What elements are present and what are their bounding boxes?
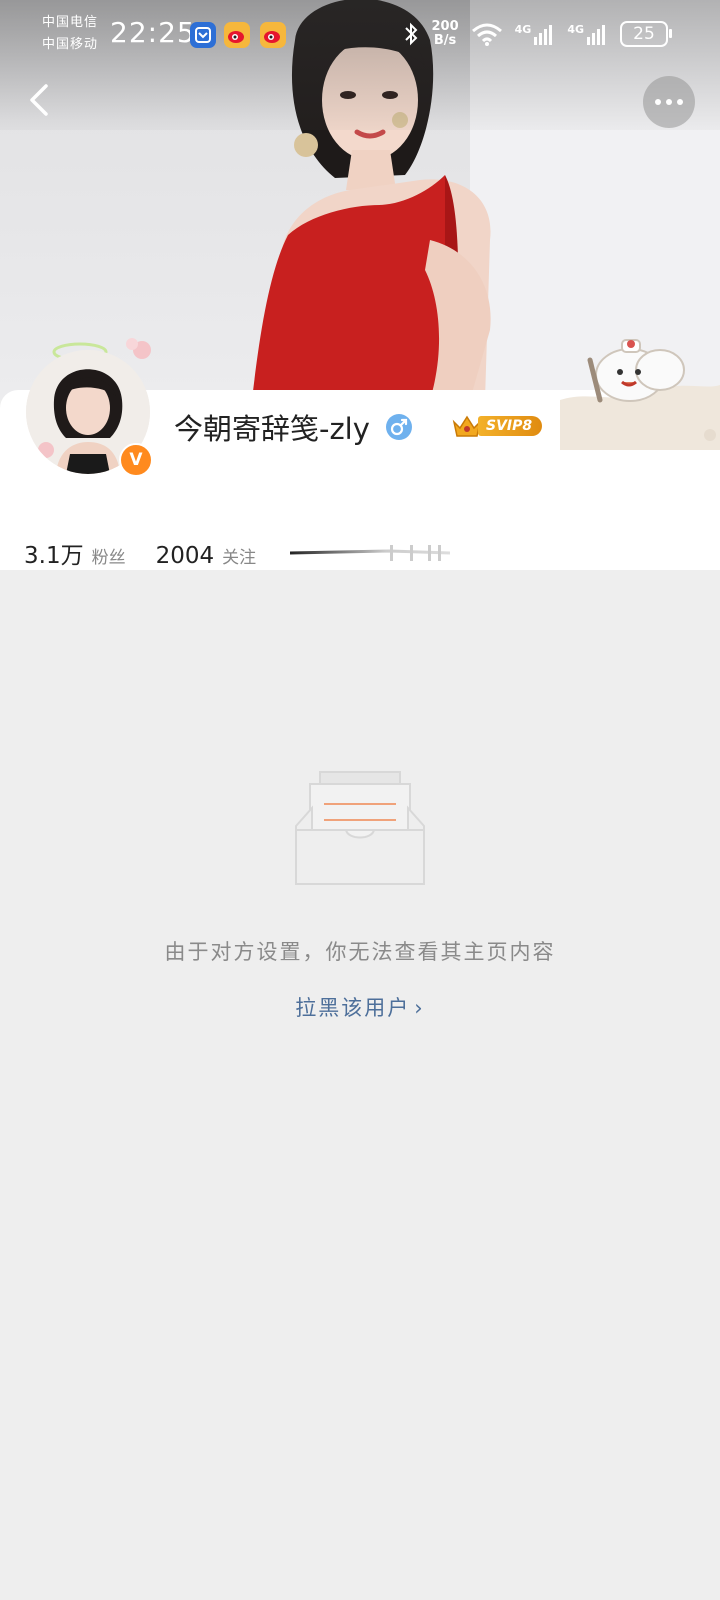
svip-badge[interactable]: SVIP8: [452, 414, 543, 438]
following-label[interactable]: 关注: [222, 543, 256, 568]
more-dots-icon: [677, 99, 683, 105]
block-user-label: 拉黑该用户: [295, 996, 411, 1020]
decorative-fade-stroke: [290, 545, 450, 561]
wifi-icon: [471, 23, 502, 46]
following-count[interactable]: 2004: [156, 543, 215, 569]
status-right-group: 200 B/s 4G 4G 25: [403, 16, 672, 52]
followers-label[interactable]: 粉丝: [92, 543, 126, 568]
net-speed-unit: B/s: [433, 33, 457, 48]
signal-1: 4G: [515, 23, 556, 45]
status-time: 22:25: [110, 16, 196, 49]
signal-bars-icon: [534, 25, 553, 45]
signal-2: 4G: [567, 23, 608, 45]
signal-1-label: 4G: [514, 23, 532, 36]
followers-count[interactable]: 3.1万: [24, 536, 84, 570]
signal-bars-icon: [587, 25, 605, 45]
net-speed-value: 200: [431, 19, 459, 34]
verified-badge: V: [119, 443, 153, 477]
carrier-1: 中国电信: [42, 15, 99, 30]
status-bar: 中国电信 中国移动 22:25 200 B/s 4G 4G 25: [0, 0, 720, 70]
more-options-button[interactable]: [643, 76, 695, 128]
empty-state-message: 由于对方设置，你无法查看其主页内容: [164, 940, 556, 964]
signal-2-label: 4G: [567, 23, 584, 36]
battery-indicator: 25: [620, 21, 672, 47]
carrier-2: 中国移动: [42, 37, 99, 52]
sheep-sticker-decoration: [560, 339, 720, 450]
carrier-names: 中国电信 中国移动: [42, 12, 98, 56]
back-button[interactable]: [18, 78, 62, 122]
empty-inbox-icon: [295, 771, 425, 885]
net-speed: 200 B/s: [431, 20, 458, 48]
more-dots-icon: [666, 99, 672, 105]
chevron-right-icon: ›: [414, 996, 425, 1020]
profile-stats: 3.1万 粉丝 2004 关注: [24, 536, 286, 570]
battery-level: 25: [633, 24, 655, 44]
profile-username: 今朝寄辞笺-zly: [174, 412, 370, 446]
svip-level-label: SVIP8: [478, 416, 543, 436]
weibo-icon: [224, 22, 250, 48]
weibo-icon: [260, 22, 286, 48]
chevron-left-icon: [30, 84, 48, 116]
more-dots-icon: [655, 99, 661, 105]
block-user-link[interactable]: 拉黑该用户 ›: [0, 992, 720, 1022]
bluetooth-icon: [405, 22, 418, 46]
male-gender-icon: [386, 414, 412, 440]
blue-app-icon: [190, 22, 216, 48]
